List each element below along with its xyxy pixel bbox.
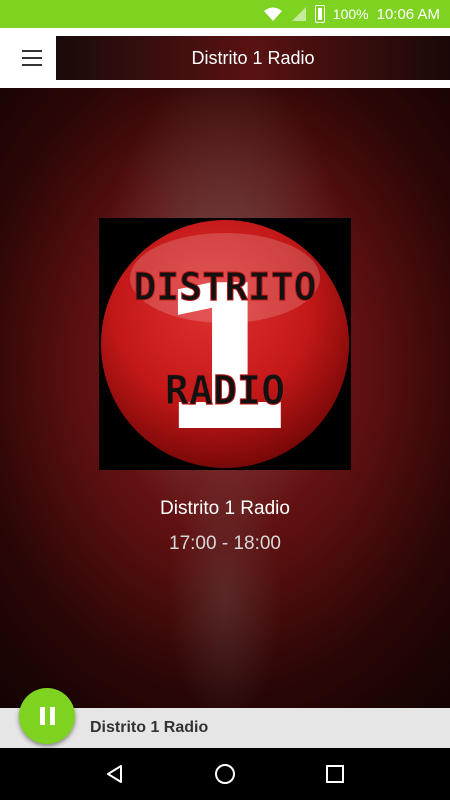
pause-icon [39, 707, 45, 725]
wifi-icon [263, 7, 282, 21]
logo-text-top: DISTRITO [133, 265, 316, 309]
program-schedule: 17:00 - 18:00 [169, 533, 281, 554]
now-playing-area: 1 DISTRITO RADIO Distrito 1 Radio 17:00 … [0, 88, 450, 708]
battery-percent: 100% [332, 6, 369, 22]
back-icon[interactable] [101, 760, 129, 788]
station-name: Distrito 1 Radio [160, 498, 290, 519]
page-title: Distrito 1 Radio [191, 47, 315, 68]
menu-icon[interactable] [12, 42, 52, 74]
system-nav-bar [0, 748, 450, 800]
status-bar: 100% 10:06 AM [0, 0, 450, 28]
station-cover-art: 1 DISTRITO RADIO [99, 218, 351, 476]
logo-text-bottom: RADIO [165, 368, 285, 414]
mini-player-title: Distrito 1 Radio [90, 719, 209, 736]
recents-icon[interactable] [321, 760, 349, 788]
pause-button[interactable] [19, 688, 75, 744]
home-icon[interactable] [211, 760, 239, 788]
battery-icon [314, 5, 325, 23]
cell-signal-icon [291, 7, 306, 21]
app-header: Distrito 1 Radio [0, 28, 450, 88]
clock: 10:06 AM [376, 5, 440, 23]
header-title-bar: Distrito 1 Radio [56, 36, 450, 80]
station-logo: 1 DISTRITO RADIO [99, 218, 351, 476]
